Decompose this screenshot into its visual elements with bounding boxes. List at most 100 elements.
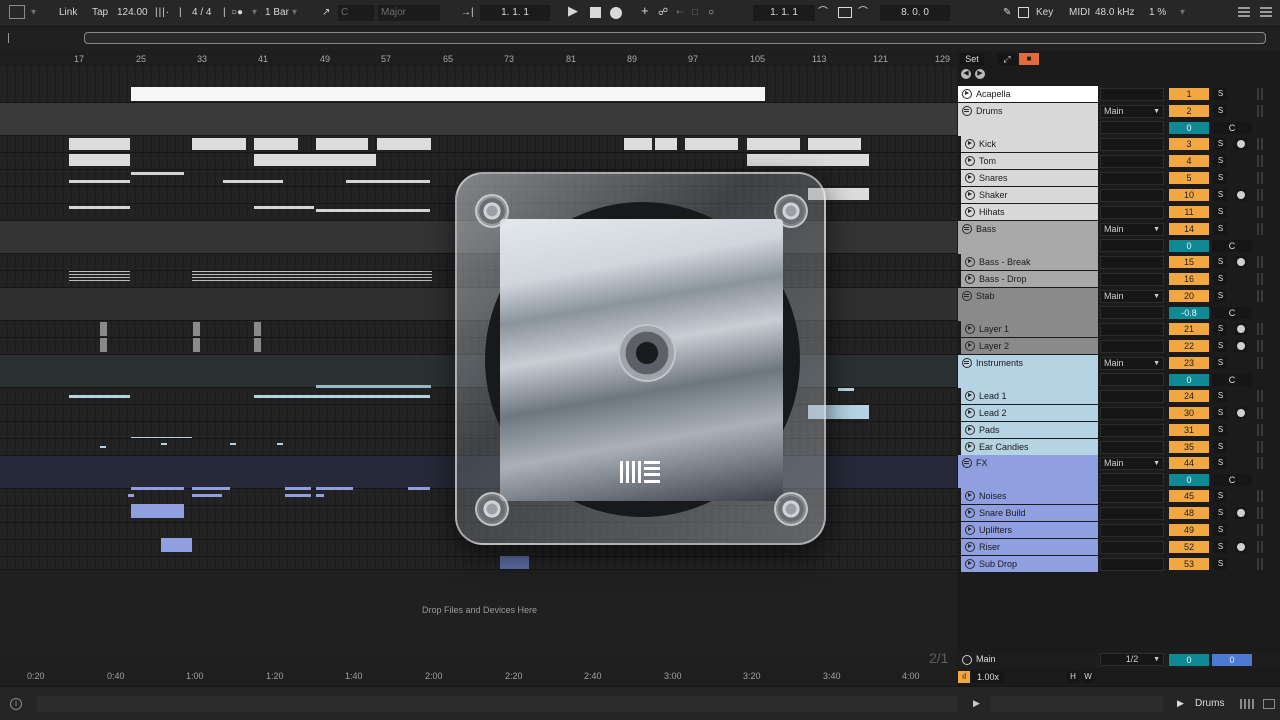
track-activator-icon[interactable] [965, 156, 975, 166]
routing-empty[interactable] [1100, 206, 1164, 219]
clip[interactable] [624, 138, 652, 150]
arrangement-position-field[interactable]: 1. 1. 1 [480, 5, 550, 21]
metronome-icon[interactable]: ○● [231, 5, 243, 21]
clip[interactable] [100, 322, 107, 336]
solo-button[interactable]: S [1214, 507, 1227, 519]
track-number-button[interactable]: 10 [1169, 189, 1209, 201]
routing-empty[interactable] [1100, 541, 1164, 554]
track-header-shaker[interactable]: Shaker [961, 187, 1098, 203]
solo-button[interactable]: S [1214, 88, 1227, 100]
clip[interactable] [193, 338, 200, 352]
arm-record-icon[interactable] [1235, 407, 1247, 419]
solo-button[interactable]: S [1214, 138, 1227, 150]
solo-button[interactable]: S [1214, 407, 1227, 419]
automation-arm-icon[interactable]: ☍ [658, 5, 668, 21]
group-fold-icon[interactable] [962, 291, 972, 301]
solo-button[interactable]: S [1214, 105, 1227, 117]
set-button[interactable]: Set [960, 53, 984, 65]
track-number-button[interactable]: 44 [1169, 457, 1209, 469]
nudge-icon[interactable]: |||· [155, 5, 170, 21]
clip[interactable] [100, 338, 107, 352]
track-number-button[interactable]: 24 [1169, 390, 1209, 402]
solo-button[interactable]: S [1214, 424, 1227, 436]
track-number-button[interactable]: 45 [1169, 490, 1209, 502]
clip[interactable] [131, 437, 192, 438]
solo-button[interactable]: S [1214, 172, 1227, 184]
clip[interactable] [254, 322, 261, 336]
track-number-button[interactable]: 23 [1169, 357, 1209, 369]
loop-start-field[interactable]: 1. 1. 1 [753, 5, 815, 21]
output-routing-select[interactable]: Main ▼ [1100, 457, 1164, 470]
track-header-lead-1[interactable]: Lead 1 [961, 388, 1098, 404]
input-routing-empty[interactable] [1100, 121, 1164, 134]
output-routing-select[interactable]: Main ▼ [1100, 105, 1164, 118]
clip[interactable] [100, 446, 106, 448]
track-number-button[interactable]: 31 [1169, 424, 1209, 436]
track-number-button[interactable]: 30 [1169, 407, 1209, 419]
track-header-layer-2[interactable]: Layer 2 [961, 338, 1098, 354]
back-to-arrangement-icon[interactable]: ⇠ [676, 5, 684, 21]
input-routing-empty[interactable] [1100, 239, 1164, 252]
solo-button[interactable]: S [1214, 524, 1227, 536]
track-number-button[interactable]: 11 [1169, 206, 1209, 218]
arm-record-icon[interactable] [1235, 138, 1247, 150]
output-routing-select[interactable]: Main ▼ [1100, 290, 1164, 303]
overview-viewport[interactable] [84, 32, 1266, 44]
track-number-button[interactable]: 49 [1169, 524, 1209, 536]
track-number-button[interactable]: 48 [1169, 507, 1209, 519]
input-routing-empty[interactable] [1100, 373, 1164, 386]
routing-empty[interactable] [1100, 558, 1164, 571]
solo-button[interactable]: S [1214, 441, 1227, 453]
track-header-lead-2[interactable]: Lead 2 [961, 405, 1098, 421]
track-header-acapella[interactable]: Acapella [958, 86, 1098, 102]
track-number-button[interactable]: 52 [1169, 541, 1209, 553]
solo-button[interactable]: S [1214, 256, 1227, 268]
routing-empty[interactable] [1100, 524, 1164, 537]
solo-button[interactable]: S [1214, 155, 1227, 167]
routing-empty[interactable] [1100, 155, 1164, 168]
clip[interactable] [131, 172, 184, 175]
clip[interactable] [254, 138, 298, 150]
pan-field[interactable]: C [1212, 474, 1252, 486]
solo-button[interactable]: S [1214, 290, 1227, 302]
capture-icon[interactable]: □ [692, 5, 698, 21]
pan-field[interactable]: C [1212, 240, 1252, 252]
clip[interactable] [500, 556, 529, 569]
play-small-icon[interactable]: ▶ [973, 698, 980, 709]
track-activator-icon[interactable] [965, 559, 975, 569]
track-header-layer-1[interactable]: Layer 1 [961, 321, 1098, 337]
track-number-button[interactable]: 2 [1169, 105, 1209, 117]
clip[interactable] [69, 395, 130, 398]
clip[interactable] [277, 443, 283, 445]
routing-empty[interactable] [1100, 323, 1164, 336]
clip[interactable] [192, 271, 432, 283]
output-routing-empty[interactable] [1100, 88, 1164, 101]
volume-field[interactable]: -0.8 [1169, 307, 1209, 319]
routing-empty[interactable] [1100, 189, 1164, 202]
view-switch-icon[interactable] [1240, 699, 1254, 709]
view-toggle-icon[interactable] [9, 5, 25, 19]
arm-record-icon[interactable] [1235, 256, 1247, 268]
track-activator-icon[interactable] [965, 508, 975, 518]
draw-mode-icon[interactable]: ✎ [1003, 5, 1011, 21]
solo-button[interactable]: S [1214, 223, 1227, 235]
track-activator-icon[interactable] [962, 655, 972, 665]
output-routing-select[interactable]: Main ▼ [1100, 223, 1164, 236]
track-header-bass-drop[interactable]: Bass - Drop [961, 271, 1098, 287]
info-icon[interactable]: i [10, 698, 22, 710]
track-number-button[interactable]: 3 [1169, 138, 1209, 150]
clip[interactable] [316, 209, 430, 212]
track-activator-icon[interactable] [965, 190, 975, 200]
arm-record-icon[interactable] [1235, 507, 1247, 519]
scroll-right-icon[interactable]: ▶ [975, 69, 985, 79]
cpu-chevron-icon[interactable]: ▾ [1180, 5, 1185, 21]
clip[interactable] [69, 206, 130, 209]
track-number-button[interactable]: 16 [1169, 273, 1209, 285]
menu-chevron-icon[interactable]: ▾ [31, 5, 36, 21]
clip[interactable] [808, 138, 861, 150]
tempo-field[interactable]: 124.00 [117, 5, 148, 21]
clip[interactable] [747, 138, 800, 150]
beat-time-ruler[interactable]: 17 25 33 41 49 57 65 73 81 89 97 105 113… [0, 51, 957, 67]
midi-map-button[interactable]: MIDI [1069, 5, 1090, 21]
zoom-field[interactable]: 1.00x [972, 671, 1004, 683]
